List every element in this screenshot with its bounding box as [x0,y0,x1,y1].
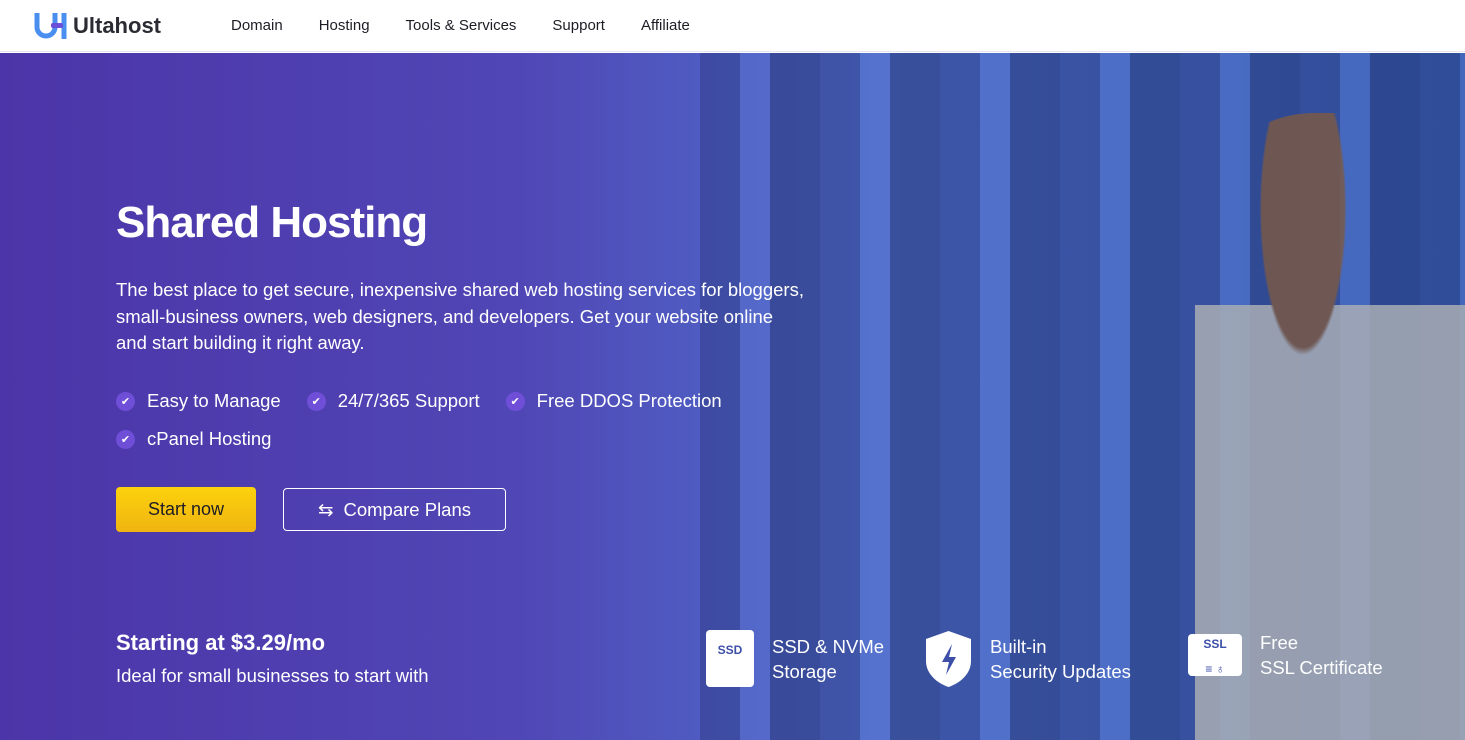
feature-item: ✔ Free DDOS Protection [505,390,722,412]
feature-label: 24/7/365 Support [337,390,480,411]
nav-affiliate[interactable]: Affiliate [641,17,690,34]
badge-security: Built-in Security Updates [925,630,1131,688]
compare-plans-button[interactable]: ⇆ Compare Plans [283,488,506,531]
page-title: Shared Hosting [116,198,428,247]
compare-plans-label: Compare Plans [343,498,472,520]
check-icon: ✔ [505,391,525,411]
badge-line2: SSL Certificate [1260,657,1383,678]
nav-support[interactable]: Support [552,17,605,34]
badge-line1: Built-in [990,636,1047,657]
check-icon: ✔ [306,391,326,411]
badge-line1: Free [1260,632,1299,653]
ssd-icon: SSD [706,630,754,687]
feature-item: ✔ Easy to Manage [116,390,281,412]
top-nav: Ultahost Domain Hosting Tools & Services… [0,0,1465,52]
start-now-button[interactable]: Start now [116,487,256,532]
feature-label: Free DDOS Protection [536,390,722,411]
nav-hosting[interactable]: Hosting [319,17,370,34]
badge-ssl: SSL ≡ ♁ Free SSL Certificate [1188,630,1383,680]
badge-line1: SSD & NVMe [772,635,885,657]
check-icon: ✔ [116,429,135,449]
price-note: Ideal for small businesses to start with [116,665,429,686]
check-icon: ✔ [116,391,135,411]
feature-item: ✔ cPanel Hosting [116,428,271,450]
feature-label: Easy to Manage [147,390,281,411]
logo[interactable]: Ultahost [33,11,231,41]
badge-ssd: SSD SSD & NVMe Storage [706,630,884,687]
logo-icon [34,12,67,39]
feature-label: cPanel Hosting [147,428,272,449]
feature-item: ✔ 24/7/365 Support [306,390,480,412]
hero-description: The best place to get secure, inexpensiv… [116,279,804,353]
ssl-certificate-icon: SSL ≡ ♁ [1188,634,1242,676]
badge-line2: Storage [772,660,837,682]
brand-name: Ultahost [73,12,161,38]
shield-bolt-icon [926,631,971,687]
nav-domain[interactable]: Domain [231,17,283,34]
swap-arrows-icon: ⇆ [317,498,334,520]
hero-section: Shared Hosting The best place to get sec… [0,53,1465,740]
nav-tools-services[interactable]: Tools & Services [406,17,517,34]
badge-line2: Security Updates [990,661,1131,682]
starting-price: Starting at $3.29/mo [116,630,326,655]
